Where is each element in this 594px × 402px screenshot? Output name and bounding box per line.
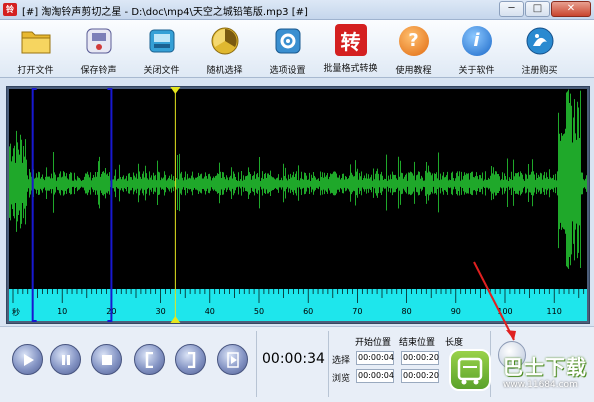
selection-end-field[interactable]: 00:00:20 — [401, 351, 439, 365]
info-icon: i — [460, 24, 494, 58]
batch-convert-button[interactable]: 转 批量格式转换 — [319, 20, 382, 78]
watermark-url: www.11684.com — [503, 380, 578, 390]
browse-row-label: 浏览 — [332, 374, 351, 384]
close-button[interactable]: ✕ — [551, 1, 591, 17]
close-file-button[interactable]: 关闭文件 — [130, 20, 193, 78]
pause-button[interactable] — [50, 344, 81, 375]
help-icon: ? — [397, 24, 431, 58]
window-title: [#] 淘淘铃声剪切之星 - D:\doc\mp4\天空之城铅笔版.mp3 [#… — [22, 7, 308, 18]
stop-icon — [101, 354, 112, 365]
pause-icon — [61, 354, 70, 365]
selection-row-label: 选择 — [332, 356, 351, 366]
playhead-top-handle[interactable] — [170, 87, 181, 94]
waveform-panel: 秒 10 20 30 40 50 60 70 80 90 100 110 — [6, 86, 590, 324]
maximize-button[interactable]: □ — [525, 1, 550, 17]
play-selection-button[interactable] — [217, 344, 248, 375]
title-bar[interactable]: 铃 [#] 淘淘铃声剪切之星 - D:\doc\mp4\天空之城铅笔版.mp3 … — [0, 0, 594, 20]
toolbar: 打开文件 保存铃声 关闭文件 随机选择 选项设置 转 批量格式转换 ? 使用教程 — [0, 20, 594, 78]
random-icon — [208, 24, 242, 58]
tutorial-button[interactable]: ? 使用教程 — [382, 20, 445, 78]
stop-button[interactable] — [91, 344, 122, 375]
save-ringtone-icon — [82, 24, 116, 58]
options-button[interactable]: 选项设置 — [256, 20, 319, 78]
selection-overlay — [31, 87, 181, 323]
minimize-button[interactable]: ─ — [499, 1, 524, 17]
settings-icon — [271, 24, 305, 58]
watermark-text: 巴士下载 — [503, 355, 587, 379]
playhead-bottom-handle[interactable] — [170, 316, 181, 323]
divider — [328, 331, 329, 397]
browse-end-field[interactable]: 00:00:20 — [401, 369, 439, 383]
close-file-icon — [145, 24, 179, 58]
info-glyph: i — [461, 26, 492, 56]
options-label: 选项设置 — [269, 66, 306, 76]
watermark-logo — [449, 349, 491, 391]
play-icon — [23, 353, 34, 366]
save-ringtone-label: 保存铃声 — [80, 66, 117, 76]
selection-start-field[interactable]: 00:00:04 — [356, 351, 394, 365]
about-button[interactable]: i 关于软件 — [445, 20, 508, 78]
about-label: 关于软件 — [458, 66, 495, 76]
close-file-label: 关闭文件 — [143, 66, 180, 76]
convert-icon: 转 — [334, 24, 367, 56]
watermark: 巴士下载 www.11684.com — [447, 343, 594, 402]
set-end-button[interactable] — [175, 344, 206, 375]
play-selection-icon — [226, 351, 239, 368]
open-file-button[interactable]: 打开文件 — [4, 20, 67, 78]
start-position-header: 开始位置 — [355, 338, 392, 348]
end-position-header: 结束位置 — [399, 338, 436, 348]
help-glyph: ? — [398, 26, 429, 56]
current-time-display: 00:00:34 — [262, 351, 325, 367]
open-file-label: 打开文件 — [17, 66, 54, 76]
batch-convert-label: 批量格式转换 — [323, 64, 378, 74]
play-button[interactable] — [12, 344, 43, 375]
window-controls: ─ □ ✕ — [499, 1, 591, 17]
selection-start-marker[interactable] — [31, 88, 37, 322]
register-button[interactable]: 注册购买 — [508, 20, 571, 78]
random-select-button[interactable]: 随机选择 — [193, 20, 256, 78]
browse-start-field[interactable]: 00:00:04 — [356, 369, 394, 383]
register-label: 注册购买 — [521, 66, 558, 76]
folder-icon — [19, 24, 53, 58]
save-ringtone-button[interactable]: 保存铃声 — [67, 20, 130, 78]
divider — [256, 331, 257, 397]
bracket-right-icon — [187, 351, 195, 368]
selection-end-marker[interactable] — [107, 88, 113, 322]
set-start-button[interactable] — [134, 344, 165, 375]
tutorial-label: 使用教程 — [395, 66, 432, 76]
bracket-left-icon — [145, 351, 153, 368]
random-select-label: 随机选择 — [206, 66, 243, 76]
register-icon — [523, 24, 557, 58]
convert-glyph: 转 — [340, 29, 361, 54]
app-icon: 铃 — [3, 3, 17, 16]
